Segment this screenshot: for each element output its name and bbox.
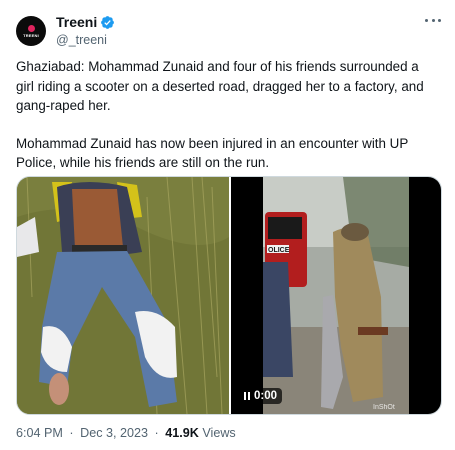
more-options-icon[interactable] — [425, 14, 441, 26]
photo-scene — [17, 177, 229, 414]
tweet-paragraph: Ghaziabad: Mohammad Zunaid and four of h… — [16, 59, 424, 113]
views-count: 41.9K — [165, 426, 199, 440]
video-time-badge[interactable]: 0:00 — [239, 388, 283, 404]
tweet-text: Ghaziabad: Mohammad Zunaid and four of h… — [16, 57, 436, 191]
tweet-meta: 6:04 PM · Dec 3, 2023 · 41.9K Views — [16, 426, 236, 440]
media-grid: OLICE InShOt 0:00 — [16, 176, 442, 415]
tweet-date[interactable]: Dec 3, 2023 — [80, 426, 148, 440]
svg-text:OLICE: OLICE — [268, 247, 290, 254]
meta-separator: · — [69, 426, 74, 440]
avatar[interactable]: TREENI — [16, 16, 46, 46]
avatar-logo-dot — [27, 24, 35, 32]
photo-injured-man[interactable] — [17, 177, 229, 414]
pause-icon[interactable] — [244, 392, 250, 400]
author-name-row: Treeni — [56, 14, 115, 30]
meta-separator: · — [154, 426, 159, 440]
author-name[interactable]: Treeni — [56, 14, 97, 30]
tweet-card: TREENI Treeni @_treeni Ghaziabad: Mohamm… — [0, 0, 455, 450]
video-time: 0:00 — [254, 390, 278, 402]
tweet-paragraph: Mohammad Zunaid has now been injured in … — [16, 135, 409, 171]
avatar-logo-text: TREENI — [23, 32, 39, 38]
video-player[interactable]: OLICE InShOt 0:00 — [231, 177, 441, 414]
tweet-time[interactable]: 6:04 PM — [16, 426, 63, 440]
author-handle[interactable]: @_treeni — [56, 33, 107, 47]
video-scene: OLICE InShOt — [263, 177, 409, 414]
verified-badge-icon — [101, 15, 115, 29]
video-frame: OLICE InShOt — [263, 177, 409, 414]
views-label: Views — [202, 426, 236, 440]
watermark: InShOt — [373, 404, 395, 411]
